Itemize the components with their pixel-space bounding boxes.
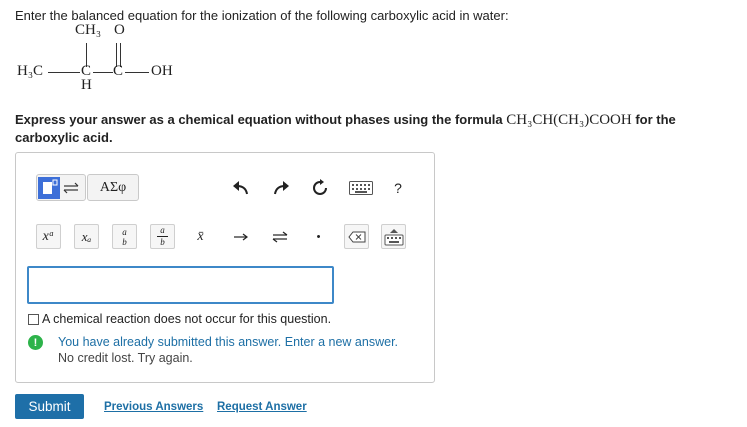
bond-c-c [93, 72, 113, 73]
subscript-button[interactable]: xₐ [74, 224, 99, 249]
keyboard-toggle-button[interactable] [381, 224, 406, 249]
question-prompt: Enter the balanced equation for the ioni… [15, 8, 509, 23]
equilibrium-arrow-icon [272, 231, 287, 242]
right-arrow-icon [233, 233, 248, 240]
undo-icon[interactable] [230, 177, 252, 199]
keyboard-toggle-icon [384, 228, 403, 245]
instructions-text-start: Express your answer as a chemical equati… [15, 112, 507, 127]
no-reaction-label: A chemical reaction does not occur for t… [42, 312, 332, 326]
answer-instructions: Express your answer as a chemical equati… [15, 111, 715, 146]
fraction-button[interactable]: a b [112, 224, 137, 249]
h-bottom-label: H [81, 77, 92, 93]
no-reaction-option[interactable]: A chemical reaction does not occur for t… [28, 312, 331, 326]
greek-symbols-button[interactable]: ΑΣφ [87, 174, 139, 201]
templates-icon [38, 176, 84, 199]
help-button[interactable]: ? [388, 177, 408, 199]
keyboard-icon[interactable] [348, 179, 374, 197]
no-reaction-checkbox[interactable] [28, 313, 39, 325]
dot-button[interactable]: • [306, 224, 331, 249]
delete-button[interactable] [344, 224, 369, 249]
equilibrium-arrow-button[interactable] [267, 224, 292, 249]
superscript-button[interactable]: xᵃ [36, 224, 61, 249]
fraction-bar-denominator: b [160, 237, 165, 247]
feedback-line-2: No credit lost. Try again. [58, 351, 193, 365]
answer-input[interactable] [27, 266, 334, 304]
alert-icon: ! [28, 335, 43, 350]
backspace-icon [347, 231, 365, 242]
c2-label: C [113, 63, 124, 79]
o-top-label: O [114, 22, 125, 38]
reset-icon[interactable] [309, 177, 331, 199]
formula-text: CH₃CH(CH₃)COOH [506, 112, 632, 128]
fraction-denominator: b [122, 236, 127, 247]
request-answer-link[interactable]: Request Answer [217, 401, 307, 413]
redo-icon[interactable] [270, 177, 292, 199]
bond-h3c-c [48, 72, 80, 73]
fraction-bar-button[interactable]: a b [150, 224, 175, 249]
ch3-top-label: CH₃ [75, 22, 102, 38]
h3c-label: H₃C [17, 63, 44, 79]
reaction-arrow-button[interactable] [228, 224, 253, 249]
feedback-message: ! You have already submitted this answer… [28, 334, 398, 366]
feedback-line-1: You have already submitted this answer. … [58, 335, 399, 349]
submit-button[interactable]: Submit [15, 394, 84, 419]
oh-label: OH [151, 63, 173, 79]
previous-answers-link[interactable]: Previous Answers [104, 401, 203, 413]
structural-formula: CH₃ O H₃C C C OH H [17, 22, 217, 104]
answer-panel: ΑΣφ ? xᵃ xₐ a b a b x̄ • A chemical reac… [15, 152, 435, 383]
overbar-button[interactable]: x̄ [188, 224, 213, 249]
fraction-bar-numerator: a [160, 225, 165, 235]
bond-c-oh [125, 72, 149, 73]
templates-button[interactable] [36, 174, 86, 201]
fraction-numerator: a [122, 226, 127, 237]
